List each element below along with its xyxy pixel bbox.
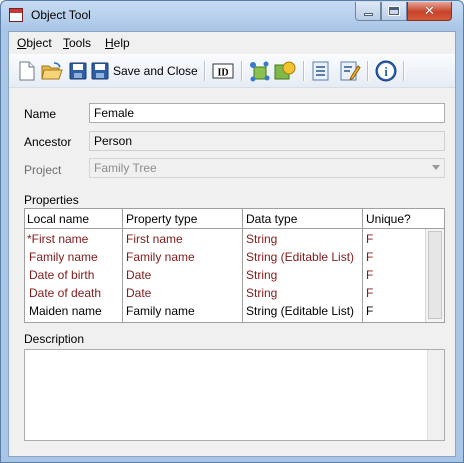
maximize-button[interactable] — [381, 2, 407, 21]
cell-local-name: *First name — [27, 232, 89, 246]
description-textarea[interactable] — [24, 349, 445, 441]
cell-unique: F — [366, 250, 374, 264]
save-and-close-label: Save and Close — [113, 64, 198, 78]
object-tool-window: Object Tool ✕ Object Tools Help Save and… — [0, 0, 464, 463]
list-icon — [312, 61, 329, 81]
cell-unique: F — [366, 268, 374, 282]
menu-object[interactable]: Object — [17, 36, 52, 50]
add-property-button[interactable] — [249, 60, 271, 82]
edit-button[interactable] — [339, 60, 361, 82]
close-icon: ✕ — [424, 3, 435, 18]
open-button[interactable] — [41, 60, 63, 82]
menu-bar: Object Tools Help — [9, 32, 455, 54]
properties-table[interactable]: Local name Property type Data type Uniqu… — [24, 208, 445, 323]
table-header: Local name Property type Data type Uniqu… — [25, 209, 444, 229]
save-close-disk-icon — [91, 62, 109, 80]
add-property-icon — [250, 61, 270, 82]
column-header-property-type[interactable]: Property type — [126, 212, 197, 226]
cell-property-type: First name — [126, 232, 183, 246]
cell-property-type: Date — [126, 286, 152, 300]
ancestor-label: Ancestor — [24, 135, 72, 149]
toolbar: Save and Close ID i — [9, 54, 455, 88]
column-header-unique[interactable]: Unique? — [366, 212, 411, 226]
save-button[interactable] — [69, 60, 87, 82]
table-row[interactable]: Family name Family name String (Editable… — [25, 248, 425, 266]
cell-local-name: Date of birth — [29, 268, 95, 282]
cell-local-name: Date of death — [29, 286, 102, 300]
cell-property-type: Date — [126, 268, 152, 282]
table-row[interactable]: Date of death Date String F — [25, 284, 425, 302]
cell-local-name: Family name — [29, 250, 98, 264]
client-area: Object Tools Help Save and Close ID i Na… — [8, 31, 456, 457]
toolbar-separator — [303, 61, 304, 81]
info-icon: i — [375, 60, 397, 82]
cell-unique: F — [366, 304, 374, 318]
id-icon-text: ID — [217, 68, 228, 79]
shapes-icon — [274, 61, 296, 80]
table-scrollbar[interactable] — [425, 229, 444, 322]
ancestor-field: Person — [89, 131, 445, 151]
toolbar-separator — [367, 61, 368, 81]
toolbar-separator — [204, 61, 205, 81]
chevron-down-icon — [432, 165, 440, 170]
cell-property-type: Family name — [126, 304, 195, 318]
app-icon — [9, 8, 23, 22]
project-select-value: Family Tree — [94, 161, 157, 175]
id-button[interactable]: ID — [212, 60, 234, 82]
menu-object-label: bject — [26, 36, 52, 50]
open-folder-icon — [41, 62, 63, 80]
info-button[interactable]: i — [375, 60, 397, 82]
table-row[interactable]: Date of birth Date String F — [25, 266, 425, 284]
column-header-data-type[interactable]: Data type — [246, 212, 297, 226]
cell-data-type: String — [246, 268, 278, 282]
list-button[interactable] — [311, 60, 331, 82]
save-and-close-button[interactable]: Save and Close — [91, 60, 198, 82]
menu-help-accel: H — [105, 36, 114, 50]
project-select: Family Tree — [89, 158, 445, 178]
close-button[interactable]: ✕ — [407, 2, 452, 21]
edit-form-icon — [340, 61, 361, 81]
menu-help[interactable]: Help — [105, 36, 130, 50]
title-bar[interactable]: Object Tool ✕ — [1, 1, 463, 31]
description-label: Description — [24, 332, 85, 346]
description-scrollbar[interactable] — [427, 350, 444, 440]
id-icon: ID — [212, 63, 234, 79]
info-icon-text: i — [384, 64, 388, 79]
minimize-icon — [363, 12, 373, 16]
cell-local-name: Maiden name — [29, 304, 102, 318]
table-row[interactable]: Maiden name Family name String (Editable… — [25, 302, 425, 320]
scrollbar-thumb[interactable] — [428, 231, 442, 319]
table-row[interactable]: *First name First name String F — [25, 230, 425, 248]
toolbar-separator — [403, 61, 404, 81]
cell-data-type: String (Editable List) — [246, 250, 355, 264]
new-button[interactable] — [18, 60, 36, 82]
window-title: Object Tool — [31, 8, 91, 22]
name-label: Name — [24, 107, 57, 121]
cell-unique: F — [366, 286, 374, 300]
name-input[interactable] — [89, 103, 445, 123]
properties-label: Properties — [24, 193, 79, 207]
column-header-local-name[interactable]: Local name — [27, 212, 89, 226]
menu-tools-label: ools — [69, 36, 92, 50]
menu-tools[interactable]: Tools — [63, 36, 91, 50]
toolbar-separator — [241, 61, 242, 81]
new-document-icon — [19, 61, 35, 81]
cell-unique: F — [366, 232, 374, 246]
shapes-button[interactable] — [274, 60, 296, 82]
cell-data-type: String — [246, 286, 278, 300]
cell-data-type: String (Editable List) — [246, 304, 355, 318]
cell-property-type: Family name — [126, 250, 195, 264]
save-disk-icon — [69, 62, 87, 80]
maximize-icon — [388, 6, 400, 16]
menu-object-accel: O — [17, 36, 27, 50]
menu-help-label: elp — [113, 36, 130, 50]
cell-data-type: String — [246, 232, 278, 246]
minimize-button[interactable] — [355, 2, 381, 21]
project-label: Project — [24, 163, 62, 177]
